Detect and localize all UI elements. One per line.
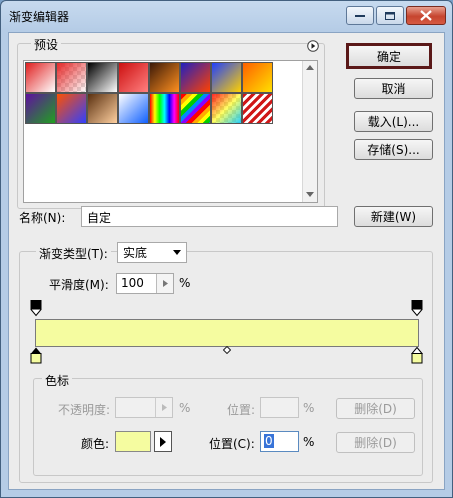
midpoint-diamond-icon[interactable] bbox=[223, 346, 231, 354]
save-button-label: 存储(S)... bbox=[367, 143, 420, 157]
save-button[interactable]: 存储(S)... bbox=[354, 139, 433, 160]
gradient-preset-swatch[interactable] bbox=[56, 93, 87, 124]
new-button[interactable]: 新建(W) bbox=[354, 206, 433, 227]
opacity-stop-left-icon[interactable] bbox=[30, 300, 42, 317]
delete-opacity-stop-button: 删除(D) bbox=[336, 398, 415, 419]
stops-label: 色标 bbox=[42, 372, 73, 389]
gradient-preset-swatch[interactable] bbox=[118, 93, 149, 124]
cancel-button[interactable]: 取消 bbox=[354, 78, 433, 99]
presets-label: 预设 bbox=[31, 36, 62, 53]
color-swatch[interactable] bbox=[115, 431, 151, 452]
gradient-preset-swatch[interactable] bbox=[149, 93, 180, 124]
caption-buttons bbox=[346, 6, 446, 25]
minimize-icon bbox=[355, 14, 365, 17]
color-label: 颜色: bbox=[81, 437, 110, 451]
gradient-preset-swatch[interactable] bbox=[242, 93, 273, 124]
opacity-position-label: 位置: bbox=[227, 403, 256, 417]
scroll-up-icon[interactable] bbox=[306, 65, 314, 71]
minimize-button[interactable] bbox=[346, 6, 374, 25]
chevron-right-icon bbox=[160, 436, 166, 447]
gradient-type-label: 渐变类型(T): bbox=[36, 245, 111, 262]
ok-button[interactable]: 确定 bbox=[346, 43, 432, 69]
chevron-right-icon bbox=[161, 404, 167, 411]
smoothness-unit: % bbox=[179, 276, 191, 290]
load-button[interactable]: 载入(L)... bbox=[354, 111, 433, 132]
gradient-preset-swatch[interactable] bbox=[25, 93, 56, 124]
presets-list bbox=[23, 60, 318, 203]
opacity-stop-right-icon[interactable] bbox=[411, 300, 423, 317]
delete-opacity-stop-label: 删除(D) bbox=[354, 402, 397, 416]
load-button-label: 载入(L)... bbox=[367, 115, 420, 129]
close-icon bbox=[420, 10, 432, 21]
opacity-label: 不透明度: bbox=[58, 403, 111, 417]
gradient-preset-swatch[interactable] bbox=[242, 62, 273, 93]
name-label: 名称(N): bbox=[19, 211, 66, 225]
color-position-label: 位置(C): bbox=[209, 437, 255, 451]
color-position-value: 0 bbox=[264, 434, 274, 448]
gradient-preset-swatch[interactable] bbox=[180, 62, 211, 93]
ok-button-label: 确定 bbox=[376, 49, 401, 64]
dialog-body: 预设 确定 取消 载入(L)... 存储(S)... 名称(N): 自定 新建(… bbox=[8, 32, 445, 490]
smoothness-stepper[interactable] bbox=[156, 274, 173, 293]
opacity-position-unit: % bbox=[303, 401, 315, 415]
opacity-position-field bbox=[260, 397, 299, 418]
gradient-type-value: 实底 bbox=[123, 246, 148, 260]
maximize-button[interactable] bbox=[376, 6, 404, 25]
gradient-type-select[interactable]: 实底 bbox=[117, 242, 187, 263]
chevron-down-icon bbox=[173, 250, 181, 255]
maximize-icon bbox=[385, 11, 395, 20]
gradient-preset-swatch[interactable] bbox=[118, 62, 149, 93]
gradient-preset-swatch[interactable] bbox=[87, 93, 118, 124]
presets-menu-icon[interactable] bbox=[307, 40, 319, 52]
cancel-button-label: 取消 bbox=[381, 82, 406, 96]
smoothness-field[interactable]: 100 bbox=[116, 273, 174, 294]
color-stop-right-icon[interactable] bbox=[411, 347, 423, 364]
window-title: 渐变编辑器 bbox=[9, 10, 70, 24]
stops-frame bbox=[33, 378, 423, 476]
close-button[interactable] bbox=[406, 6, 446, 25]
delete-color-stop-label: 删除(D) bbox=[354, 436, 397, 450]
gradient-bar[interactable] bbox=[35, 319, 419, 347]
gradient-preset-swatch[interactable] bbox=[87, 62, 118, 93]
smoothness-value: 100 bbox=[121, 276, 144, 290]
opacity-unit: % bbox=[179, 401, 191, 415]
presets-scrollbar[interactable] bbox=[302, 61, 317, 202]
opacity-field bbox=[115, 397, 173, 418]
gradient-preset-swatch[interactable] bbox=[180, 93, 211, 124]
chevron-right-icon bbox=[162, 280, 168, 287]
color-menu-button[interactable] bbox=[154, 431, 172, 452]
color-stop-left-icon[interactable] bbox=[30, 347, 42, 364]
name-field[interactable]: 自定 bbox=[81, 206, 338, 227]
gradient-preset-swatch[interactable] bbox=[211, 93, 242, 124]
gradient-preset-swatch[interactable] bbox=[211, 62, 242, 93]
gradient-preset-swatch[interactable] bbox=[149, 62, 180, 93]
color-position-unit: % bbox=[303, 435, 315, 449]
gradient-preset-swatch[interactable] bbox=[25, 62, 56, 93]
gradient-editor-window: 渐变编辑器 预设 确定 取消 载入(L)... 存储(S)... 名称(N): … bbox=[0, 0, 453, 498]
new-button-label: 新建(W) bbox=[370, 210, 417, 224]
gradient-preset-swatch[interactable] bbox=[56, 62, 87, 93]
smoothness-label: 平滑度(M): bbox=[49, 278, 109, 292]
opacity-stepper bbox=[155, 398, 172, 417]
color-position-field[interactable]: 0 bbox=[260, 431, 299, 452]
delete-color-stop-button: 删除(D) bbox=[336, 432, 415, 453]
scroll-down-icon[interactable] bbox=[306, 192, 314, 198]
